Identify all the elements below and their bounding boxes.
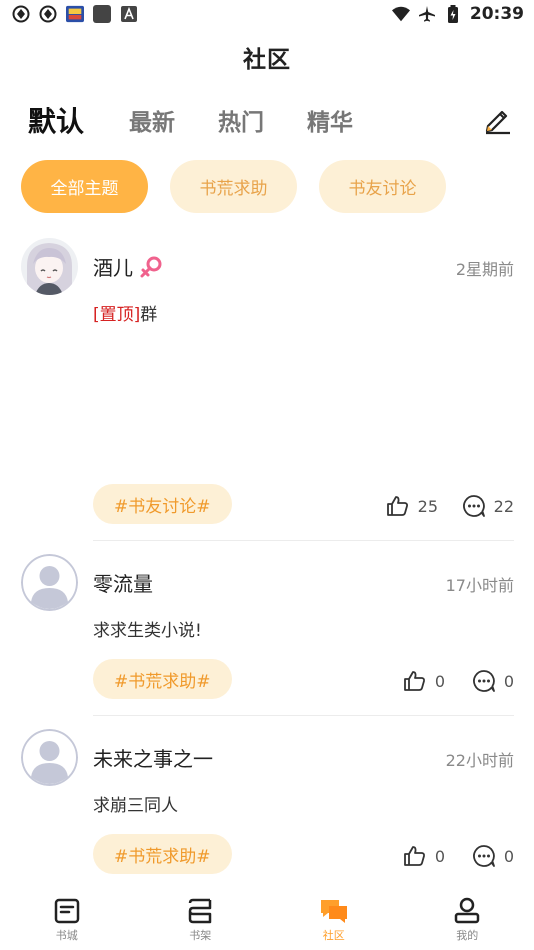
divider [93, 715, 514, 716]
female-icon [140, 256, 162, 277]
clock: 20:39 [469, 4, 524, 24]
airplane-icon [418, 5, 436, 23]
tab-latest[interactable]: 最新 [129, 103, 175, 137]
post-tag[interactable]: #书友讨论# [93, 484, 232, 524]
filter-all-topics[interactable]: 全部主题 [21, 160, 148, 213]
sort-tabs: 默认 最新 热门 精华 [28, 98, 514, 142]
page-title: 社区 [243, 47, 291, 73]
post-text: 群 [140, 305, 158, 325]
filter-book-help[interactable]: 书荒求助 [170, 160, 297, 213]
avatar[interactable] [21, 729, 78, 786]
app-square-icon [93, 5, 111, 23]
post-item[interactable]: 未来之事之一 22小时前 求崩三同人 #书荒求助# 0 0 [0, 729, 534, 891]
post-item[interactable]: 酒儿 2星期前 [置顶]群 #书友讨论# 25 22 [0, 238, 534, 542]
bottom-navigation: 书城 书架 社区 我的 [0, 890, 534, 950]
tab-default[interactable]: 默认 [28, 100, 84, 140]
comment-icon [472, 670, 495, 692]
nav-community[interactable]: 社区 [267, 890, 401, 950]
tab-featured[interactable]: 精华 [307, 103, 353, 137]
post-time: 17小时前 [445, 576, 514, 595]
username: 未来之事之一 [93, 747, 213, 771]
profile-icon [455, 897, 480, 924]
bookshelf-icon [189, 898, 212, 924]
like-button[interactable]: 0 [403, 669, 445, 693]
nav-label: 书架 [189, 929, 212, 942]
post-tag[interactable]: #书荒求助# [93, 659, 232, 699]
post-content: [置顶]群 [93, 300, 157, 325]
nav-profile[interactable]: 我的 [401, 890, 534, 950]
post-item[interactable]: 零流量 17小时前 求求生类小说! #书荒求助# 0 0 [0, 554, 534, 716]
comment-button[interactable]: 0 [472, 844, 514, 868]
post-author[interactable]: 酒儿 [93, 252, 163, 281]
pinned-label: [置顶] [93, 305, 141, 325]
battery-icon [444, 5, 462, 23]
game-app-icon [66, 5, 84, 23]
post-time: 2星期前 [455, 260, 514, 279]
avatar[interactable] [21, 554, 78, 611]
comment-count: 22 [493, 496, 514, 516]
post-author[interactable]: 未来之事之一 [93, 743, 213, 772]
comment-button[interactable]: 22 [462, 494, 514, 518]
compose-button[interactable] [482, 104, 514, 136]
nav-bookshelf[interactable]: 书架 [134, 890, 268, 950]
divider [93, 540, 514, 541]
like-button[interactable]: 0 [403, 844, 445, 868]
like-count: 0 [434, 846, 445, 866]
comment-count: 0 [503, 846, 514, 866]
post-content: 求求生类小说! [93, 616, 202, 641]
thumbs-up-icon [403, 671, 425, 691]
wifi-icon [391, 5, 410, 23]
comment-icon [462, 495, 485, 517]
like-count: 0 [434, 671, 445, 691]
avatar[interactable] [21, 238, 78, 295]
post-author[interactable]: 零流量 [93, 568, 153, 597]
post-tag[interactable]: #书荒求助# [93, 834, 232, 874]
pencil-icon [485, 110, 510, 135]
comment-button[interactable]: 0 [472, 669, 514, 693]
bookstore-icon [54, 898, 79, 924]
filter-book-discussion[interactable]: 书友讨论 [319, 160, 446, 213]
sync-icon [39, 5, 57, 23]
nav-label: 社区 [322, 929, 345, 942]
community-icon [320, 900, 347, 923]
like-button[interactable]: 25 [386, 494, 438, 518]
nav-label: 我的 [456, 929, 479, 942]
tab-hot[interactable]: 热门 [218, 103, 264, 137]
nav-label: 书城 [55, 929, 78, 942]
comment-count: 0 [503, 671, 514, 691]
a-icon [120, 5, 138, 23]
thumbs-up-icon [403, 846, 425, 866]
like-count: 25 [417, 496, 438, 516]
sync-icon [12, 5, 30, 23]
thumbs-up-icon [386, 496, 408, 516]
nav-bookstore[interactable]: 书城 [0, 890, 134, 950]
post-text: 求求生类小说! [93, 621, 202, 641]
post-content: 求崩三同人 [93, 791, 178, 816]
status-bar: 20:39 [0, 0, 534, 28]
username: 零流量 [93, 572, 153, 596]
post-text: 求崩三同人 [93, 796, 178, 816]
username: 酒儿 [93, 256, 133, 280]
post-time: 22小时前 [445, 751, 514, 770]
topic-filters: 全部主题 书荒求助 书友讨论 [21, 160, 446, 213]
comment-icon [472, 845, 495, 867]
